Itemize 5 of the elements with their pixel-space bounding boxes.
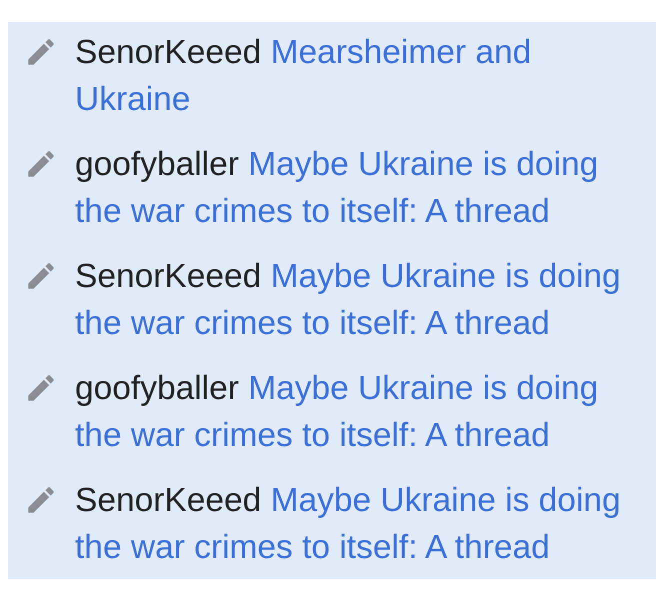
edit-summary: goofyballer Maybe Ukraine is doing the war crimes to itself: A thread: [75, 369, 600, 456]
edit-summary: SenorKeeed Mearsheimer and Ukraine: [75, 33, 532, 120]
edit-summary: goofyballer Maybe Ukraine is doing the war crimes to itself: A thread: [75, 145, 600, 232]
edit-summary: SenorKeeed Maybe Ukraine is doing the war crimes to itself: A thread: [75, 481, 622, 568]
edit-summary: SenorKeeed Maybe Ukraine is doing the war crimes to itself: A thread: [75, 257, 622, 344]
